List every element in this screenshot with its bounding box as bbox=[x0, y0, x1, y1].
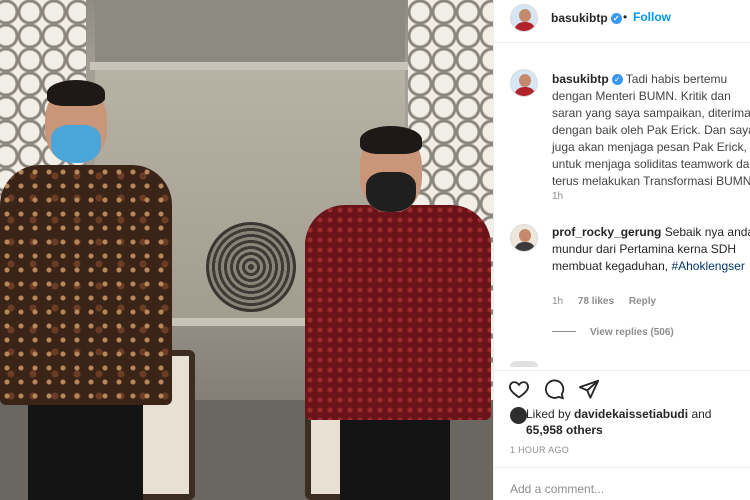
verified-badge-icon: ✓ bbox=[610, 13, 622, 24]
trousers bbox=[340, 410, 450, 500]
liker-avatar[interactable] bbox=[510, 407, 527, 424]
batik-shirt bbox=[0, 165, 172, 405]
decorative-plate bbox=[206, 222, 296, 312]
author-avatar[interactable] bbox=[510, 4, 538, 32]
post-timestamp[interactable]: 1 HOUR AGO bbox=[510, 445, 569, 455]
comment-text: prof_rocky_gerung Sebaik nya anda mundur… bbox=[552, 224, 750, 275]
commenter-avatar[interactable] bbox=[510, 224, 538, 252]
post-sidebar: basukibtp ✓ • Follow basukibtp ✓ Tadi habi… bbox=[493, 0, 750, 500]
wall-panel bbox=[95, 0, 405, 62]
caption-text: basukibtp ✓ Tadi habis bertemu dengan Men… bbox=[552, 71, 750, 190]
separator-dot: • bbox=[623, 10, 628, 24]
reply-button[interactable]: Reply bbox=[629, 296, 656, 307]
divider bbox=[494, 370, 750, 371]
liker-username[interactable]: davidekaissetiabudi bbox=[574, 407, 688, 421]
post-header: basukibtp ✓ • Follow bbox=[494, 0, 750, 42]
add-comment-input[interactable]: Add a comment... bbox=[510, 482, 604, 496]
comment-likes[interactable]: 78 likes bbox=[578, 296, 614, 307]
batik-shirt bbox=[305, 205, 491, 420]
next-reply-avatar bbox=[510, 361, 538, 367]
comment-meta: 1h 78 likes Reply bbox=[552, 296, 668, 307]
heart-icon[interactable] bbox=[508, 378, 530, 400]
hair bbox=[360, 126, 422, 154]
face-mask bbox=[366, 172, 416, 212]
caption-body: Tadi habis bertemu dengan Menteri BUMN. … bbox=[552, 72, 750, 188]
caption-username[interactable]: basukibtp bbox=[552, 72, 609, 86]
view-replies-button[interactable]: View replies (506) bbox=[552, 327, 674, 338]
verified-badge-icon: ✓ bbox=[611, 74, 623, 85]
author-username[interactable]: basukibtp ✓ bbox=[551, 11, 622, 25]
commenter-username[interactable]: prof_rocky_gerung bbox=[552, 225, 661, 239]
post-photo[interactable] bbox=[0, 0, 493, 500]
divider bbox=[494, 42, 750, 43]
hair bbox=[47, 80, 105, 106]
divider bbox=[494, 467, 750, 468]
follow-button[interactable]: Follow bbox=[633, 10, 671, 24]
face-mask bbox=[51, 125, 101, 163]
shelf bbox=[90, 62, 410, 70]
comment-timestamp[interactable]: 1h bbox=[552, 296, 563, 307]
comment-bubble-icon[interactable] bbox=[543, 378, 565, 400]
caption-timestamp[interactable]: 1h bbox=[552, 191, 563, 202]
trousers bbox=[28, 400, 143, 500]
comment-hashtag[interactable]: #Ahoklengser bbox=[671, 259, 744, 273]
paper-plane-icon[interactable] bbox=[578, 378, 600, 400]
author-avatar[interactable] bbox=[510, 69, 538, 97]
likes-count[interactable]: 65,958 others bbox=[526, 422, 603, 438]
